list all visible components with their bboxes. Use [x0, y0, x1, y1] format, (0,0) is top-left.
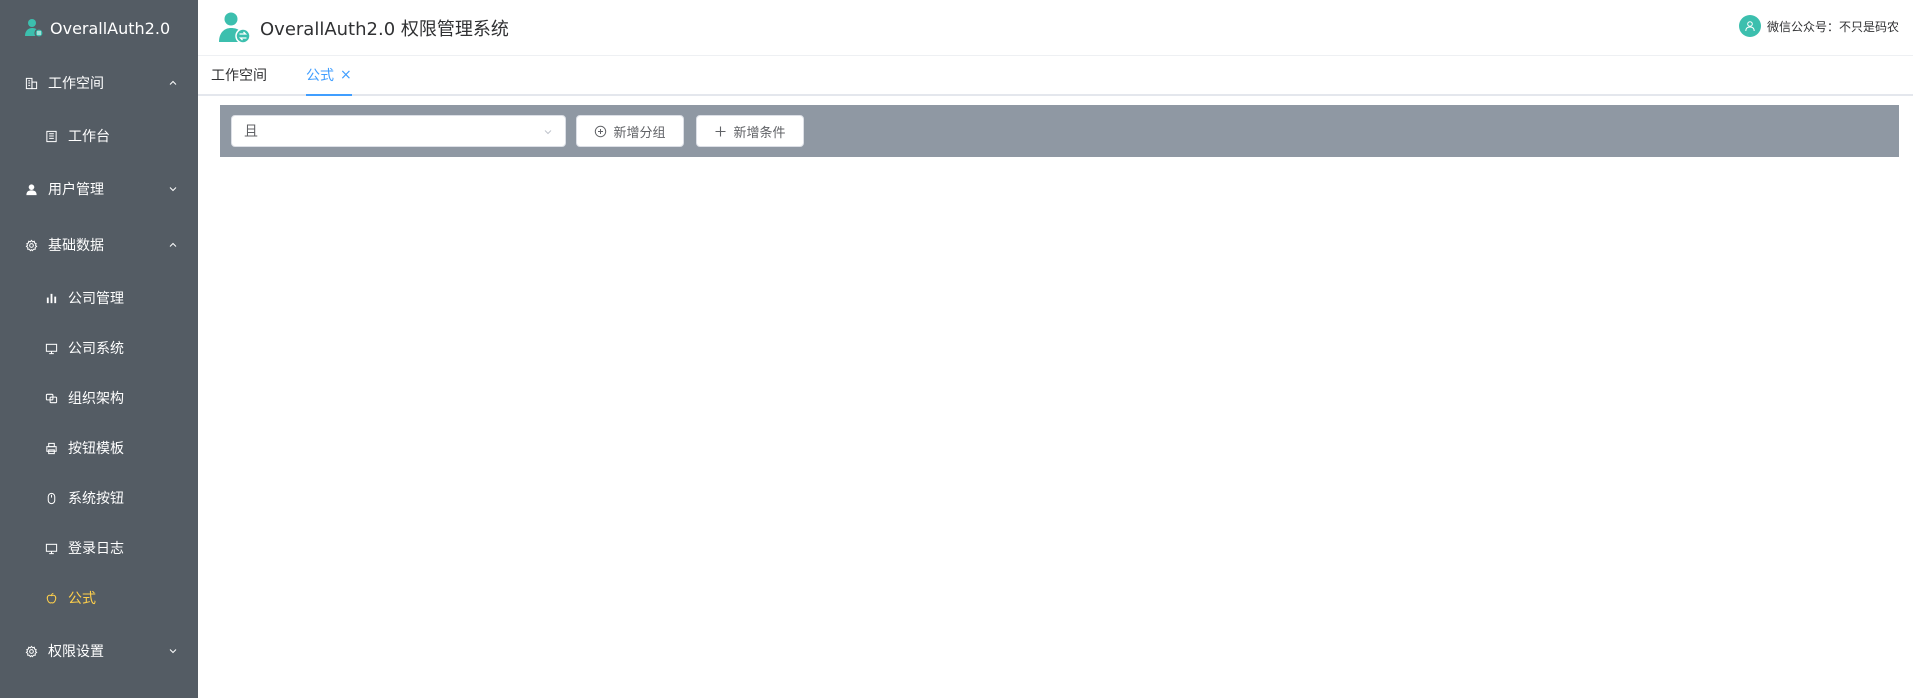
circle-plus-icon	[595, 125, 607, 137]
sidebar-item-label: 权限设置	[48, 644, 104, 660]
user-icon	[1745, 21, 1755, 32]
sidebar-item-label: 登录日志	[68, 541, 124, 557]
user-info[interactable]: 微信公众号：不只是码农	[1738, 15, 1899, 37]
logo-icon	[25, 19, 44, 38]
sidebar: OverallAuth2.0 工作空间 工作台 用户管理 基础数据 公司管理 公…	[0, 0, 198, 698]
chevron-up-icon	[169, 242, 177, 247]
sidebar-item-company-management[interactable]: 公司管理	[0, 273, 198, 323]
sidebar-item-label: 公司管理	[68, 291, 124, 307]
sidebar-item-user-management[interactable]: 用户管理	[0, 164, 198, 214]
gear-icon	[24, 238, 38, 252]
printer-icon	[44, 441, 58, 455]
select-value: 且	[244, 124, 258, 140]
sidebar-item-label: 工作空间	[48, 76, 104, 92]
sidebar-item-base-data[interactable]: 基础数据	[0, 220, 198, 270]
add-condition-label: 新增条件	[733, 125, 786, 141]
monitor-icon	[44, 541, 58, 555]
add-condition-button[interactable]: 新增条件	[696, 115, 804, 147]
chevron-down-icon	[544, 130, 552, 135]
user-text: 微信公众号：不只是码农	[1766, 19, 1899, 34]
user-icon	[24, 182, 38, 196]
tab-label: 工作空间	[211, 68, 267, 84]
sidebar-item-company-system[interactable]: 公司系统	[0, 323, 198, 373]
sidebar-item-label: 按钮模板	[68, 441, 124, 457]
plus-icon	[715, 126, 726, 136]
sidebar-item-label: 基础数据	[48, 238, 104, 254]
building-icon	[24, 76, 38, 90]
sidebar-item-label: 用户管理	[48, 182, 104, 198]
avatar[interactable]	[1738, 15, 1761, 37]
sidebar-item-permission-settings[interactable]: 权限设置	[0, 626, 198, 676]
system-logo-icon	[219, 12, 251, 44]
close-icon[interactable]: ×	[340, 67, 352, 83]
monitor-icon	[44, 341, 58, 355]
formula-toolbar: 且 新增分组 新增条件	[220, 105, 1899, 157]
sidebar-item-label: 组织架构	[68, 391, 124, 407]
sidebar-item-formula[interactable]: 公式	[0, 573, 198, 623]
sidebar-brand[interactable]: OverallAuth2.0	[0, 0, 198, 56]
brand-title: OverallAuth2.0	[50, 18, 171, 38]
top-header: OverallAuth2.0 权限管理系统 微信公众号：不只是码农	[198, 0, 1913, 56]
sidebar-item-workspace[interactable]: 工作空间	[0, 58, 198, 108]
sidebar-item-organization[interactable]: 组织架构	[0, 373, 198, 423]
apple-icon	[44, 591, 58, 605]
sidebar-item-label: 系统按钮	[68, 491, 124, 507]
sidebar-item-label: 公式	[68, 591, 96, 607]
sidebar-item-workbench[interactable]: 工作台	[0, 111, 198, 161]
office-icon	[44, 129, 58, 143]
main-content	[198, 96, 1913, 698]
add-group-button[interactable]: 新增分组	[576, 115, 684, 147]
tab-workspace[interactable]: 工作空间	[211, 56, 267, 94]
sidebar-item-label: 工作台	[68, 129, 110, 145]
add-group-label: 新增分组	[613, 125, 666, 141]
gear-icon	[24, 644, 38, 658]
bar-chart-icon	[44, 291, 58, 305]
chevron-down-icon	[169, 187, 177, 192]
mouse-icon	[44, 491, 58, 505]
app-root: OverallAuth2.0 工作空间 工作台 用户管理 基础数据 公司管理 公…	[0, 0, 1913, 698]
sidebar-item-system-button[interactable]: 系统按钮	[0, 473, 198, 523]
sidebar-item-button-template[interactable]: 按钮模板	[0, 423, 198, 473]
sidebar-item-label: 公司系统	[68, 341, 124, 357]
tab-formula[interactable]: 公式 ×	[306, 56, 352, 96]
chevron-down-icon	[169, 649, 177, 654]
logic-operator-select[interactable]: 且	[231, 115, 566, 147]
sidebar-item-login-log[interactable]: 登录日志	[0, 523, 198, 573]
tab-bar: 工作空间 公式 ×	[198, 56, 1913, 96]
copy-icon	[44, 391, 58, 405]
page-title: OverallAuth2.0 权限管理系统	[260, 18, 509, 40]
tab-label: 公式	[306, 68, 334, 84]
chevron-up-icon	[169, 80, 177, 85]
